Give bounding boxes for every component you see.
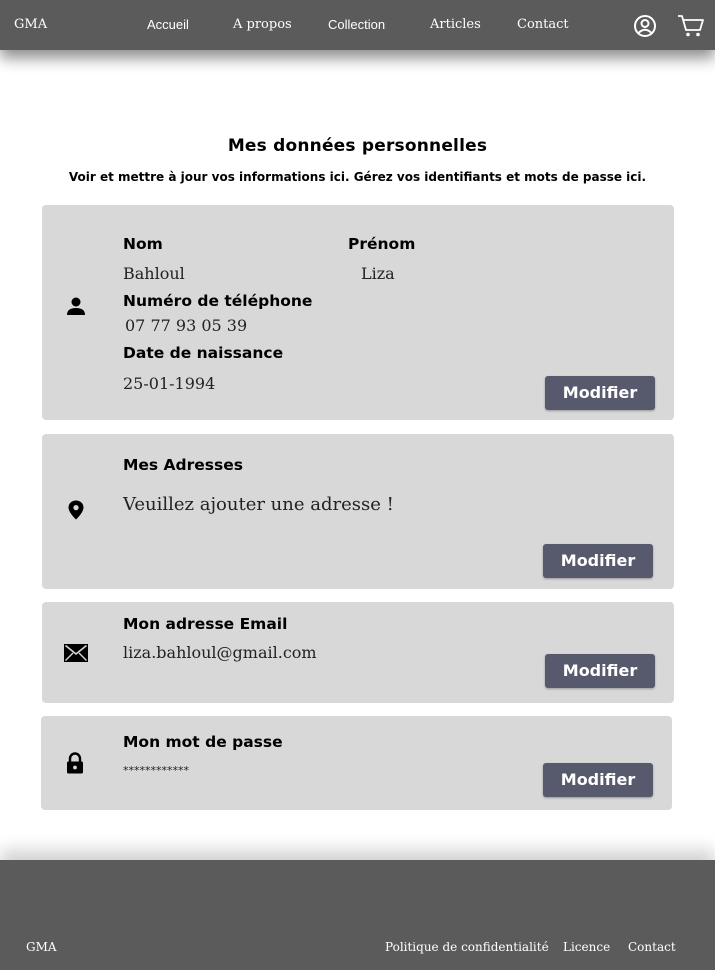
addresses-card: Mes Adresses Veuillez ajouter une adress…: [42, 434, 674, 589]
birthdate-label: Date de naissance: [123, 344, 284, 362]
edit-addresses-button[interactable]: Modifier: [543, 544, 653, 578]
footer-brand[interactable]: GMA: [26, 940, 57, 954]
edit-password-button[interactable]: Modifier: [543, 763, 653, 797]
page-title: Mes données personnelles: [227, 136, 488, 156]
addresses-label: Mes Adresses: [123, 456, 243, 474]
prenom-value: Liza: [361, 264, 395, 283]
password-label: Mon mot de passe: [123, 733, 283, 751]
account-icon[interactable]: [632, 13, 658, 39]
password-value: ************: [123, 764, 189, 777]
edit-email-button[interactable]: Modifier: [545, 654, 655, 688]
nav-articles[interactable]: Articles: [430, 17, 481, 32]
brand-logo[interactable]: GMA: [14, 17, 47, 32]
password-card: Mon mot de passe ************ Modifier: [41, 716, 672, 810]
top-navigation-bar: GMA Accueil A propos Collection Articles…: [0, 0, 715, 50]
footer: GMA Politique de confidentialité Licence…: [0, 860, 715, 970]
phone-label: Numéro de téléphone: [123, 292, 313, 310]
nom-label: Nom: [123, 235, 163, 253]
page-subtitle: Voir et mettre à jour vos informations i…: [68, 170, 647, 184]
nom-value: Bahloul: [123, 264, 185, 283]
cart-icon[interactable]: [677, 13, 704, 39]
addresses-value: Veuillez ajouter une adresse !: [123, 494, 394, 515]
nav-accueil[interactable]: Accueil: [147, 17, 189, 32]
phone-value: 07 77 93 05 39: [125, 316, 248, 335]
identity-card: Nom Bahloul Prénom Liza Numéro de téléph…: [42, 205, 674, 420]
footer-link-licence[interactable]: Licence: [563, 940, 610, 954]
nav-contact[interactable]: Contact: [517, 17, 569, 32]
footer-link-contact[interactable]: Contact: [628, 940, 676, 954]
location-pin-icon: [66, 500, 86, 520]
person-icon: [66, 296, 86, 316]
nav-collection[interactable]: Collection: [328, 17, 385, 32]
birthdate-value: 25-01-1994: [123, 374, 216, 393]
nav-a-propos[interactable]: A propos: [233, 17, 292, 32]
email-value: liza.bahloul@gmail.com: [123, 643, 317, 662]
edit-identity-button[interactable]: Modifier: [545, 376, 655, 410]
lock-icon: [65, 752, 85, 774]
email-label: Mon adresse Email: [123, 615, 288, 633]
envelope-icon: [63, 643, 89, 663]
email-card: Mon adresse Email liza.bahloul@gmail.com…: [42, 602, 674, 703]
prenom-label: Prénom: [348, 235, 416, 253]
footer-link-privacy[interactable]: Politique de confidentialité: [385, 940, 549, 954]
